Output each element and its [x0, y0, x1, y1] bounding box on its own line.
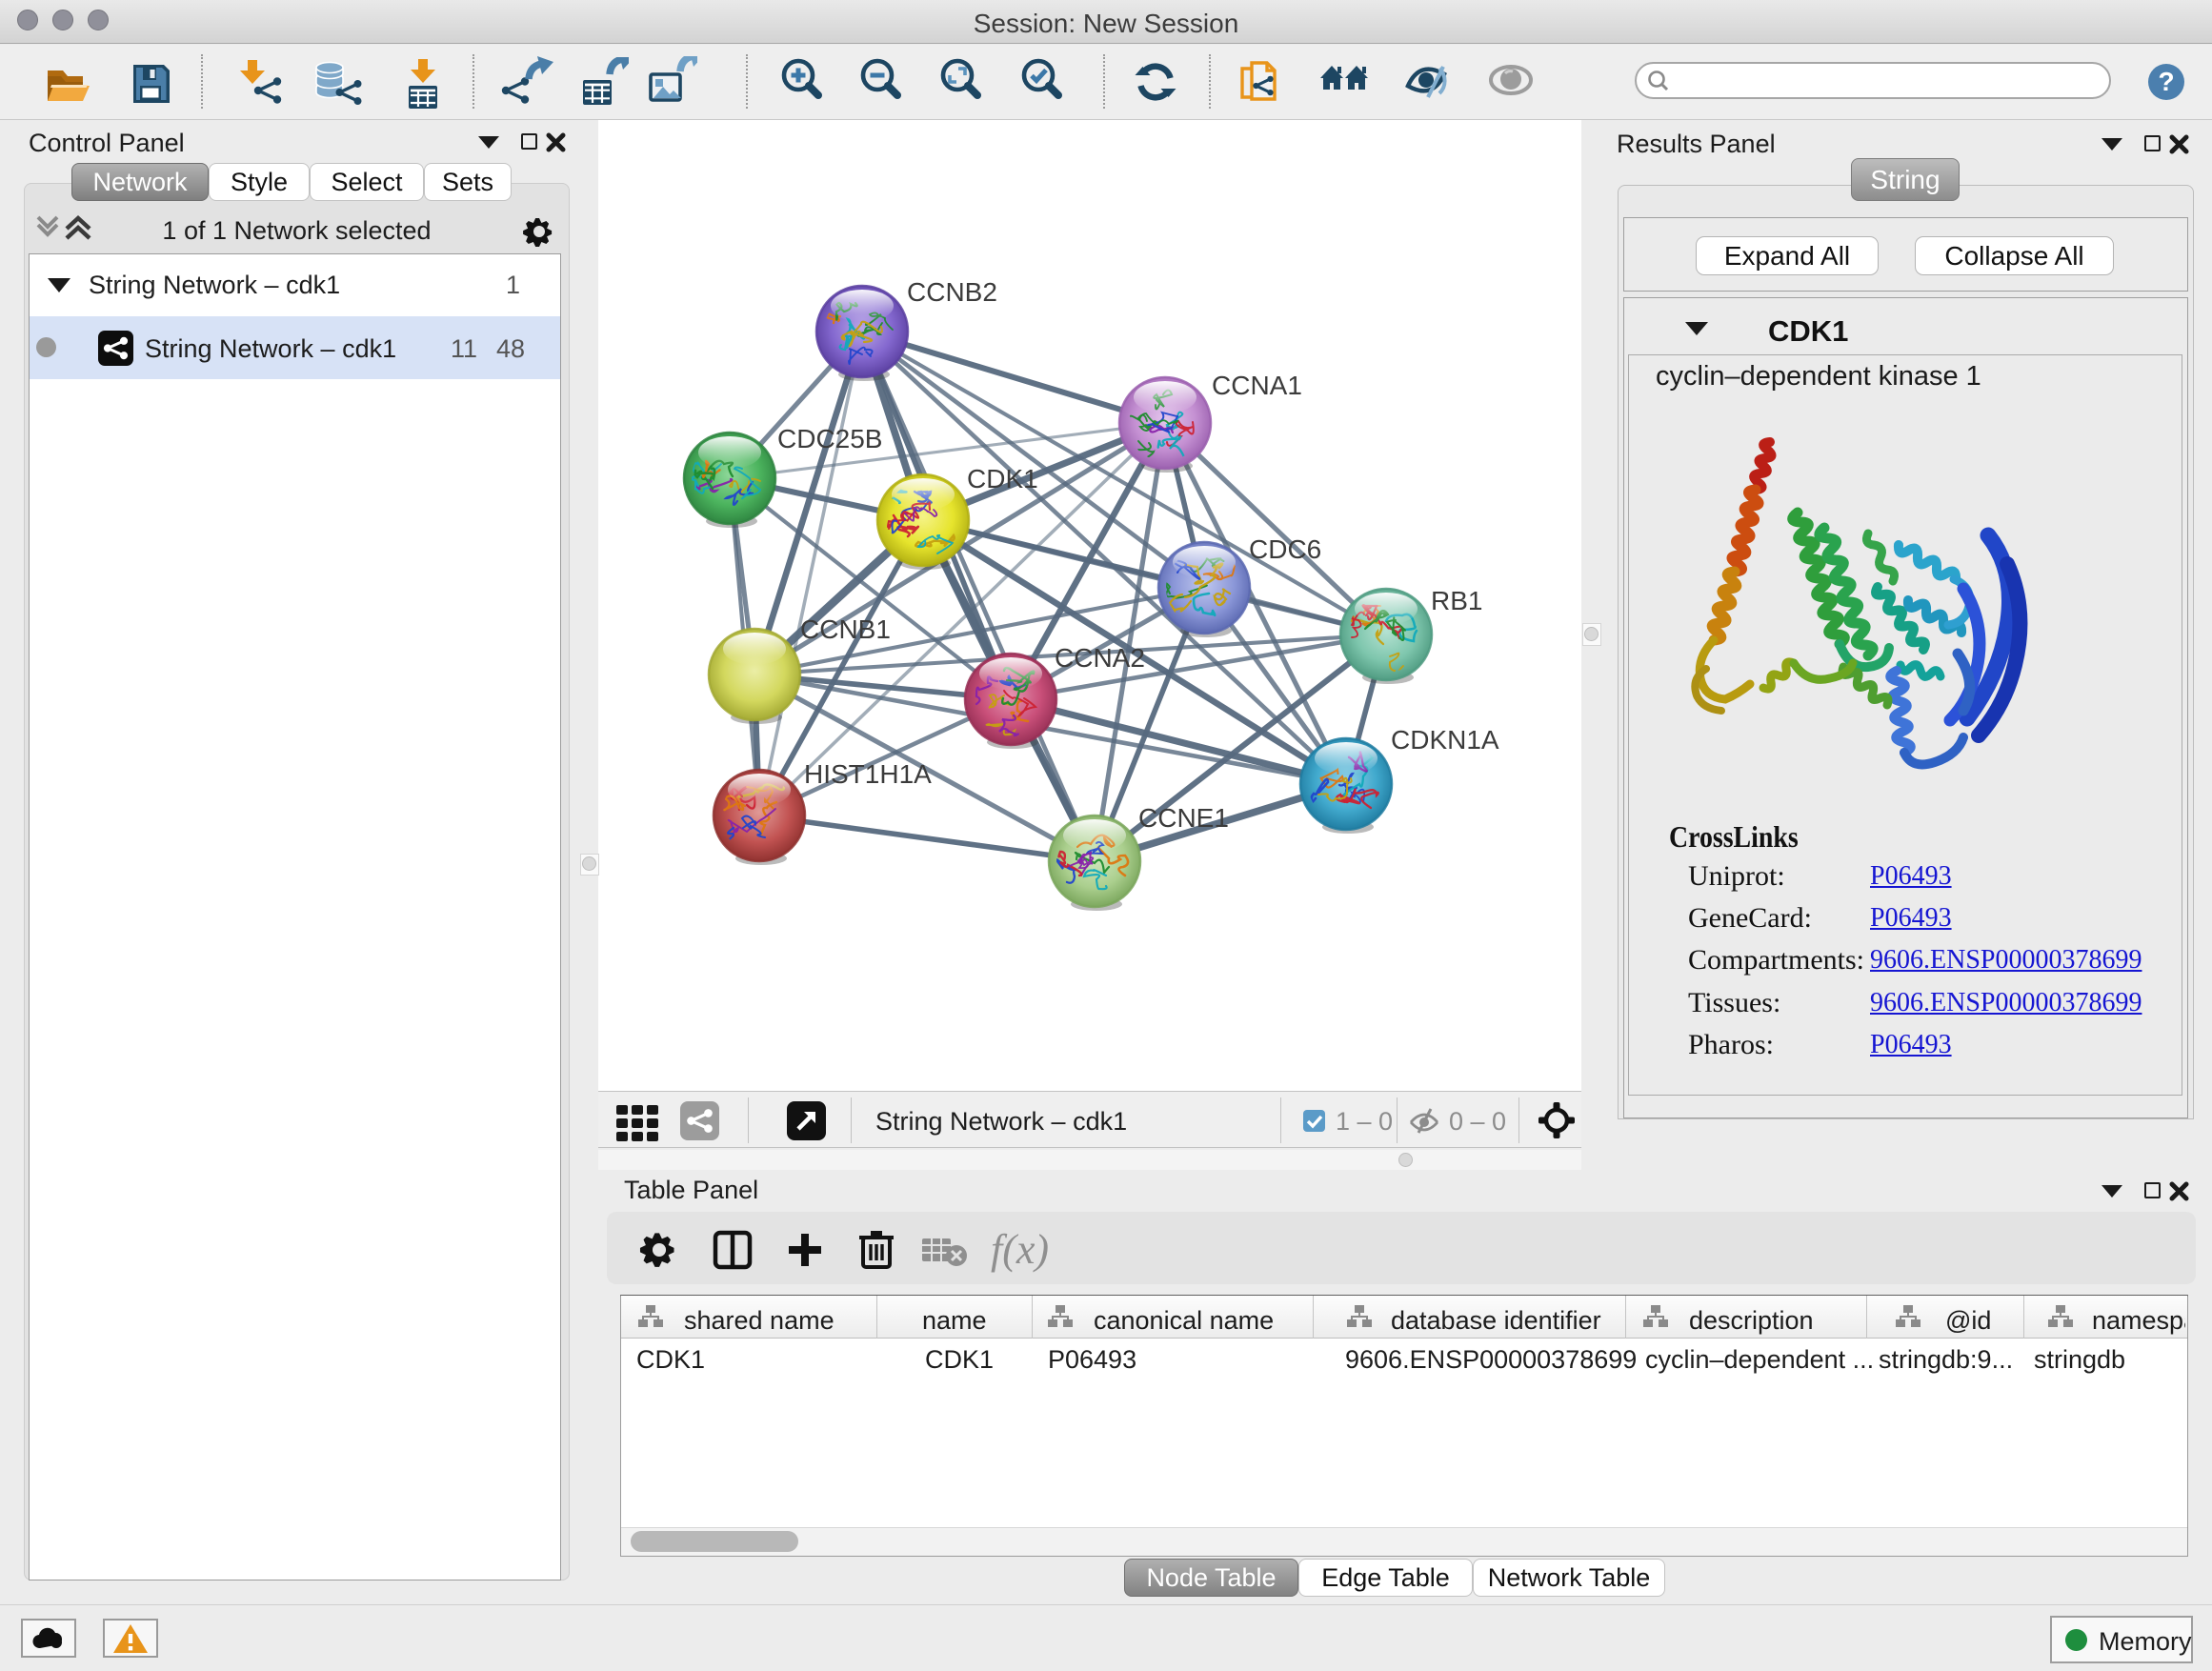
svg-text:CDK1: CDK1 [967, 464, 1038, 493]
svg-text:CDKN1A: CDKN1A [1391, 725, 1499, 755]
svg-text:CCNA2: CCNA2 [1055, 643, 1145, 673]
svg-text:RB1: RB1 [1431, 586, 1482, 615]
svg-text:CCNE1: CCNE1 [1138, 803, 1229, 833]
svg-text:CCNA1: CCNA1 [1212, 371, 1302, 400]
svg-text:CDC25B: CDC25B [777, 424, 882, 453]
svg-text:CCNB2: CCNB2 [907, 277, 997, 307]
svg-text:CCNB1: CCNB1 [800, 614, 891, 644]
svg-text:HIST1H1A: HIST1H1A [804, 759, 932, 789]
svg-text:CDC6: CDC6 [1249, 534, 1321, 564]
